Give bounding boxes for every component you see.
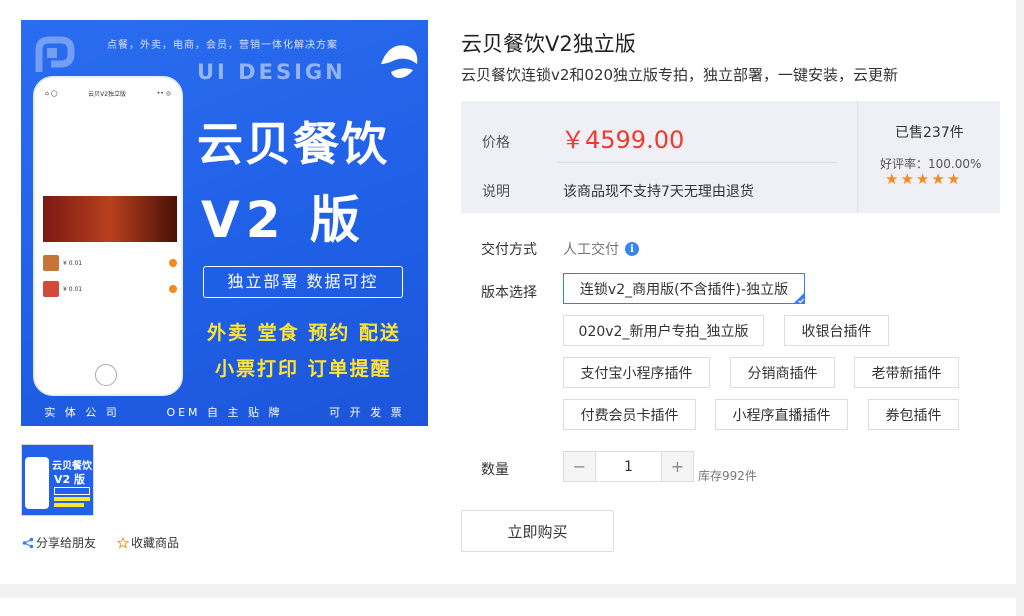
version-option-label: 020v2_新用户专拍_独立版 [578, 323, 749, 340]
note-value: 该商品现不支持7天无理由退货 [563, 184, 754, 200]
version-option-label: 付费会员卡插件 [580, 407, 679, 424]
version-option[interactable]: 支付宝小程序插件 [563, 357, 710, 388]
version-label: 版本选择 [481, 285, 537, 301]
divider [557, 162, 837, 163]
next-section [0, 598, 1016, 616]
rating-stars: ★ ★ ★ ★ ★ [885, 171, 960, 187]
phone-list-item: ¥ 0.01 [43, 276, 177, 302]
version-option[interactable]: 小程序直播插件 [715, 399, 848, 430]
product-subtitle: 云贝餐饮连锁v2和020独立版专拍，独立部署，一键安装，云更新 [461, 66, 899, 84]
footer-item: 实 体 公 司 [44, 406, 120, 419]
increase-button[interactable]: + [661, 452, 693, 481]
note-label: 说明 [482, 184, 510, 200]
phone-product-list: ¥ 0.01 ¥ 0.01 [43, 250, 177, 302]
star-icon: ★ [915, 170, 930, 188]
phone-status-bar: ⌂ ◯ 云贝V2独立版 •• ◎ [45, 89, 171, 98]
version-option-label: 分销商插件 [747, 365, 818, 382]
slogan-text: 点餐，外卖，电商，会员，营销一体化解决方案 [107, 40, 338, 51]
footer-item: 可 开 发 票 [329, 406, 405, 419]
phone-add-icon [169, 285, 177, 293]
product-title: 云贝餐饮V2独立版 [461, 32, 636, 56]
image-version: V2 版 [201, 191, 366, 249]
star-icon: ★ [900, 170, 914, 188]
brand-drop-icon [381, 45, 418, 78]
phone-item-thumb [43, 281, 59, 297]
price-box: 价格 ￥4599.00 说明 该商品现不支持7天无理由退货 已售237件 好评率… [461, 101, 1000, 213]
version-option[interactable]: 分销商插件 [730, 357, 835, 388]
share-label: 分享给朋友 [36, 536, 97, 550]
feature-line-1: 外卖 堂食 预约 配送 [207, 322, 401, 344]
feature-line-2: 小票打印 订单提醒 [215, 358, 392, 380]
quantity-input[interactable]: 1 [596, 452, 661, 481]
share-icon [22, 537, 34, 548]
version-option-label: 连锁v2_商用版(不含插件)-独立版 [579, 281, 789, 298]
version-option-label: 收银台插件 [801, 323, 872, 340]
divider [857, 101, 858, 213]
delivery-method: 人工交付 [563, 242, 619, 258]
phone-item-price: ¥ 0.01 [63, 285, 83, 293]
thumb-feature-line [54, 503, 84, 507]
phone-mockup: ⌂ ◯ 云贝V2独立版 •• ◎ ¥ 0.01 ¥ 0.01 [33, 76, 183, 396]
product-thumbnail[interactable]: 云贝餐饮 V2 版 [21, 444, 94, 516]
ui-design-text: UI DESIGN [197, 60, 346, 84]
delivery-label: 交付方式 [481, 242, 537, 258]
phone-item-thumb [43, 255, 59, 271]
phone-home-button [95, 364, 117, 386]
feature-box: 独立部署 数据可控 [203, 266, 403, 298]
image-footer: 实 体 公 司 OEM 自 主 贴 牌 可 开 发 票 [21, 398, 428, 426]
version-option[interactable]: 付费会员卡插件 [563, 399, 696, 430]
version-option-label: 小程序直播插件 [732, 407, 831, 424]
quantity-label: 数量 [481, 462, 509, 478]
version-option-selected[interactable]: 连锁v2_商用版(不含插件)-独立版 [563, 273, 805, 304]
footer-item: OEM 自 主 贴 牌 [166, 406, 283, 419]
version-option[interactable]: 老带新插件 [854, 357, 959, 388]
phone-add-icon [169, 259, 177, 267]
main-product-image[interactable]: 点餐，外卖，电商，会员，营销一体化解决方案 UI DESIGN 云贝餐饮 V2 … [21, 20, 428, 426]
collect-link[interactable]: 收藏商品 [117, 534, 179, 551]
image-title: 云贝餐饮 [197, 117, 389, 171]
delivery-value: 人工交付 i [563, 239, 639, 259]
version-option-label: 支付宝小程序插件 [580, 365, 693, 382]
checkmark-icon [793, 292, 805, 304]
phone-list-item: ¥ 0.01 [43, 250, 177, 276]
star-icon: ★ [931, 170, 945, 188]
product-card: 点餐，外卖，电商，会员，营销一体化解决方案 UI DESIGN 云贝餐饮 V2 … [0, 0, 1016, 584]
phone-banner [43, 196, 177, 242]
brand-logo-icon [35, 36, 75, 72]
quantity-stepper: − 1 + [563, 451, 694, 482]
sold-count: 已售237件 [895, 125, 964, 141]
star-icon: ★ [946, 170, 961, 188]
version-option[interactable]: 收银台插件 [784, 315, 889, 346]
thumb-version: V2 版 [54, 473, 85, 486]
phone-app-title: 云贝V2独立版 [88, 90, 127, 98]
collect-label: 收藏商品 [131, 536, 180, 550]
version-option[interactable]: 020v2_新用户专拍_独立版 [563, 315, 764, 346]
stock-text: 库存992件 [698, 469, 757, 483]
thumb-feature-box [54, 487, 90, 495]
version-option-label: 券包插件 [885, 407, 942, 424]
thumb-feature-line [54, 497, 90, 501]
share-link[interactable]: 分享给朋友 [22, 534, 96, 551]
price-value: ￥4599.00 [561, 126, 685, 154]
info-icon[interactable]: i [625, 242, 639, 256]
star-outline-icon [117, 536, 129, 549]
buy-now-button[interactable]: 立即购买 [461, 510, 614, 552]
thumb-title: 云贝餐饮 [52, 461, 92, 472]
version-option-label: 老带新插件 [871, 365, 942, 382]
version-option[interactable]: 券包插件 [868, 399, 959, 430]
phone-item-price: ¥ 0.01 [63, 259, 83, 267]
thumb-phone [25, 457, 49, 509]
star-icon: ★ [885, 170, 899, 188]
price-label: 价格 [482, 135, 510, 151]
decrease-button[interactable]: − [564, 452, 596, 481]
